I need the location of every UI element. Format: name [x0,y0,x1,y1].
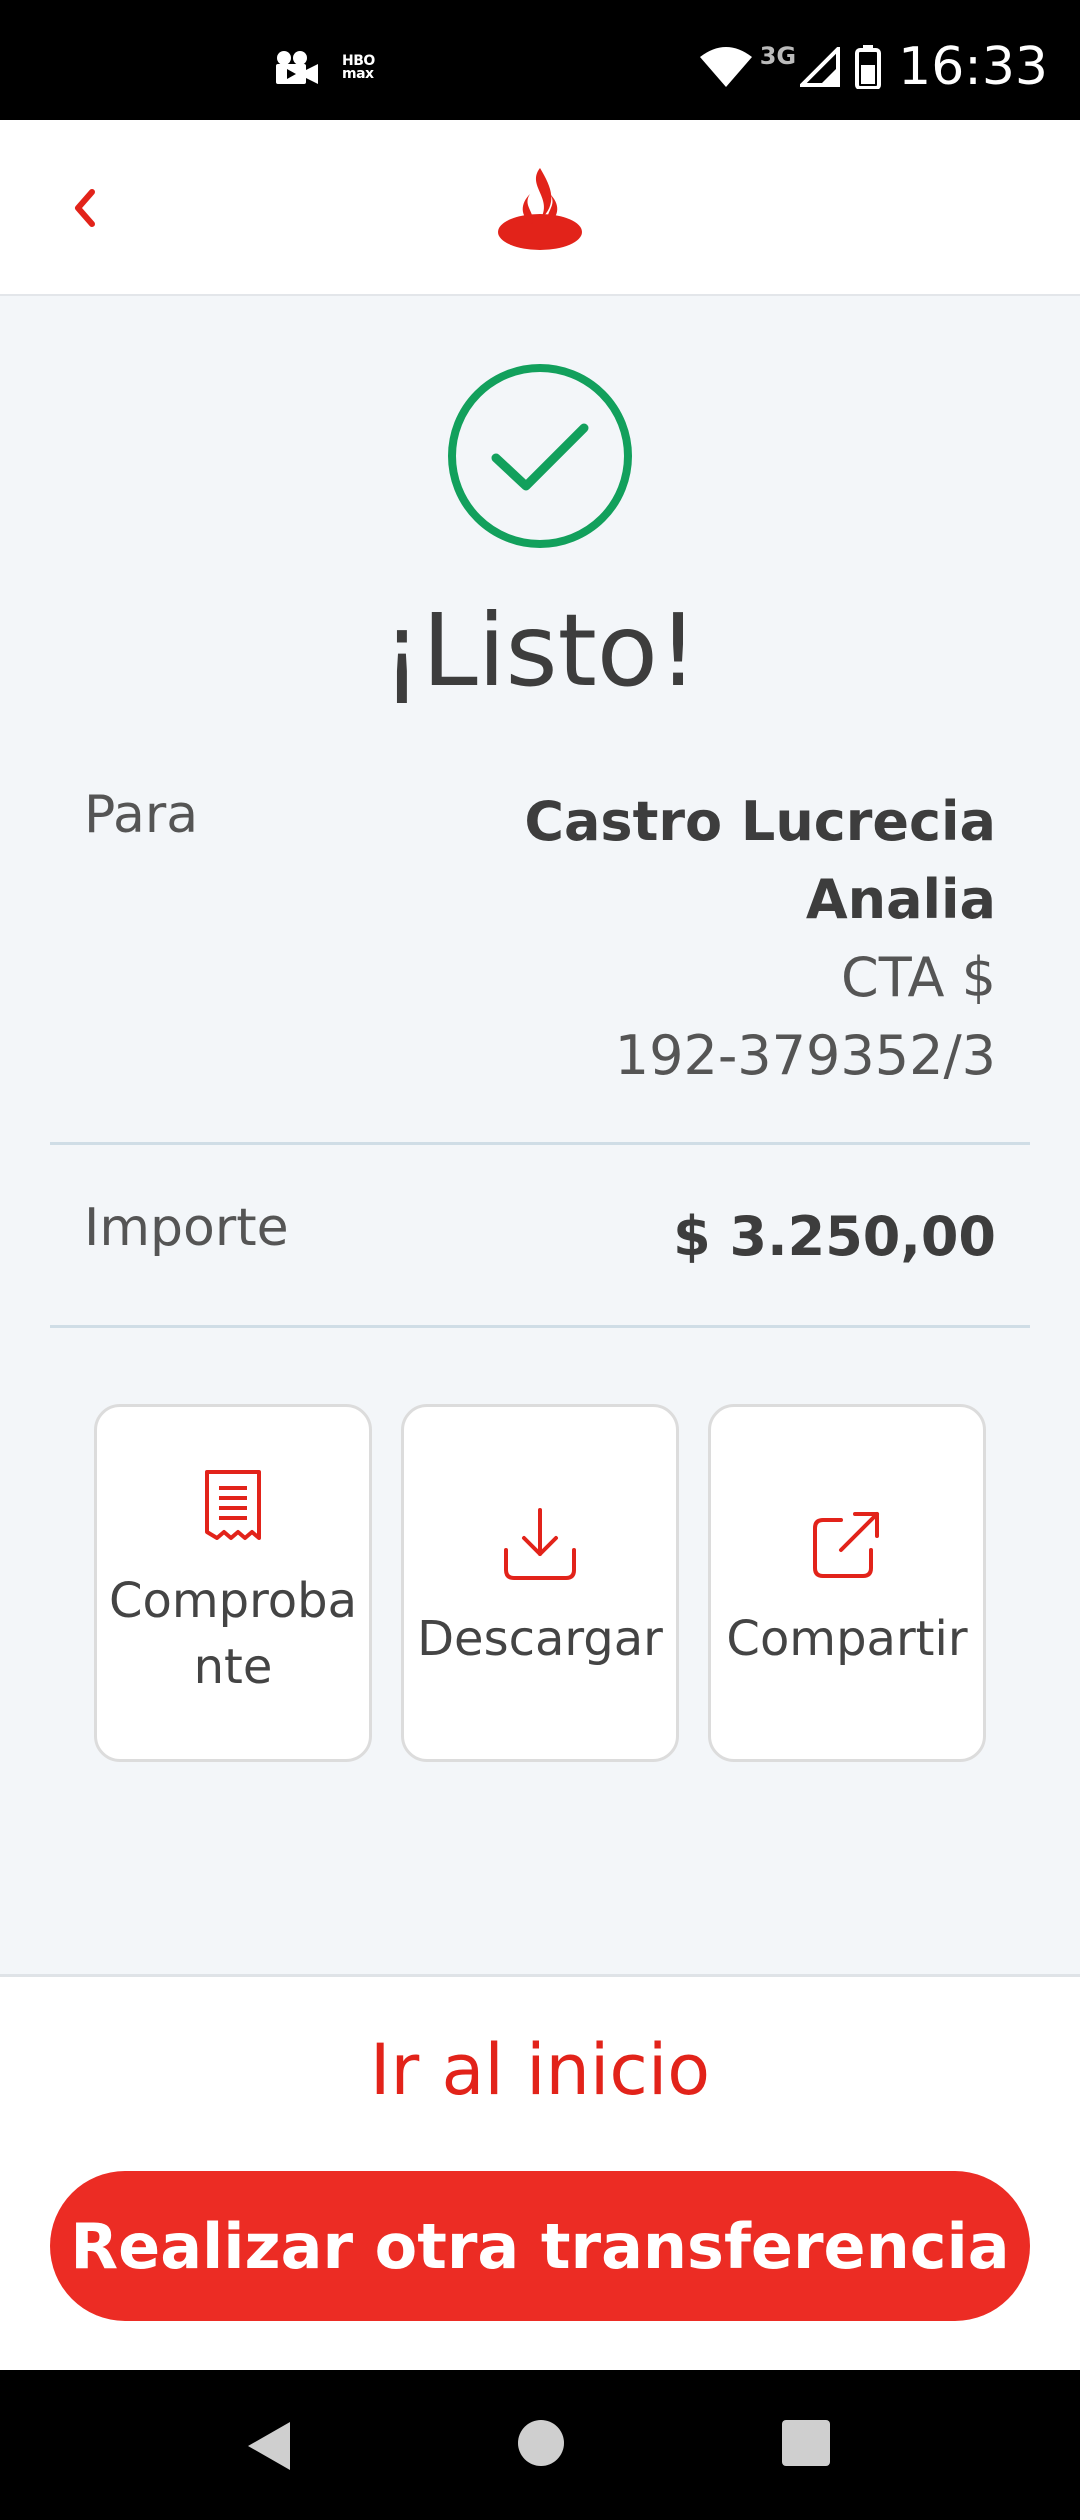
wifi-icon [699,47,752,87]
receipt-label-line2: nte [193,1639,273,1695]
divider [50,1142,1030,1145]
system-nav-bar [0,2370,1080,2520]
nav-home-icon[interactable] [518,2420,564,2466]
signal-icon [800,47,841,87]
hbo-max-icon: HBO max [342,53,375,82]
receipt-button[interactable]: Comproba nte [94,1404,372,1762]
share-label: Compartir [726,1611,968,1667]
footer: Ir al inicio Realizar otra transferencia [0,1974,1080,2370]
battery-icon [855,45,882,89]
share-button[interactable]: Compartir [708,1404,986,1762]
account-type: CTA $ [841,946,996,1009]
recipient-label: Para [84,785,199,845]
share-icon [813,1512,879,1578]
video-camera-icon [276,51,318,84]
status-bar: HBO max 3G 16:33 [0,0,1080,120]
back-chevron-icon[interactable] [62,180,112,236]
check-circle-icon [448,364,632,548]
account-number: 192-379352/3 [614,1024,996,1087]
action-cards: Comproba nte Descargar Compartir [94,1404,986,1762]
system-icons: 3G 16:33 [698,37,1048,97]
app-header [0,120,1080,296]
download-button[interactable]: Descargar [401,1404,679,1762]
go-home-link[interactable]: Ir al inicio [0,2029,1080,2111]
download-icon [504,1508,576,1580]
new-transfer-button[interactable]: Realizar otra transferencia [50,2171,1030,2321]
amount-label: Importe [84,1198,289,1258]
download-label: Descargar [417,1611,663,1667]
network-type: 3G [759,42,797,70]
receipt-label-line1: Comproba [108,1573,358,1629]
confirmation-title: ¡Listo! [381,592,699,709]
receipt-icon [205,1470,261,1540]
recipient-name-line1: Castro Lucrecia [524,790,996,853]
recipient-name-line2: Analia [805,868,996,931]
nav-back-icon[interactable] [246,2420,292,2472]
santander-logo-icon [498,168,582,250]
clock: 16:33 [898,37,1048,97]
divider [50,1325,1030,1328]
nav-recents-icon[interactable] [782,2420,830,2466]
amount-value: $ 3.250,00 [673,1205,996,1268]
notification-icons: HBO max [272,50,378,86]
